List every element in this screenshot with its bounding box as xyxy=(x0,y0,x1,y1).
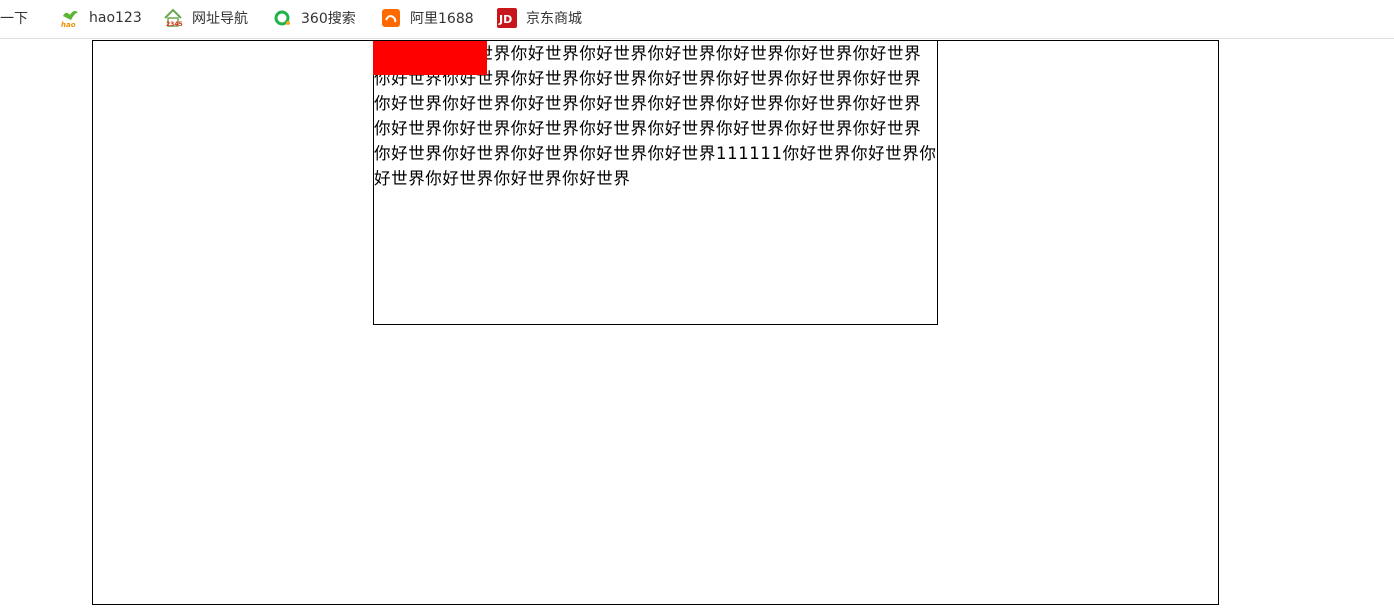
bookmark-label: 度一下 xyxy=(0,11,28,27)
2345-icon: 2345 xyxy=(163,8,183,28)
bookmark-hao123[interactable]: hao hao123 xyxy=(60,6,142,30)
bookmark-label: hao123 xyxy=(89,10,142,26)
bookmark-baidu[interactable]: 度一下 xyxy=(0,6,28,30)
bookmark-label: 阿里1688 xyxy=(410,11,474,27)
bookmark-360[interactable]: 360搜索 xyxy=(272,6,356,30)
bookmark-label: 京东商城 xyxy=(526,11,582,27)
red-block xyxy=(373,41,487,75)
bookmarks-bar: 度一下 hao hao123 2345 网址导航 360搜索 xyxy=(0,0,1394,39)
jd-icon: JD xyxy=(497,8,517,28)
bookmark-jd[interactable]: JD 京东商城 xyxy=(497,6,582,30)
bookmark-label: 网址导航 xyxy=(192,11,248,27)
bookmark-label: 360搜索 xyxy=(301,11,356,27)
bookmark-2345[interactable]: 2345 网址导航 xyxy=(163,6,248,30)
svg-text:JD: JD xyxy=(498,13,512,26)
inner-container: 你好世界你好世界你好世界你好世界你好世界你好世界你好世界你好世界你好世界你好世界… xyxy=(373,40,938,325)
svg-text:hao: hao xyxy=(61,21,76,28)
svg-text:2345: 2345 xyxy=(166,21,183,28)
alibaba-1688-icon xyxy=(381,8,401,28)
360-search-icon xyxy=(272,8,292,28)
hao123-icon: hao xyxy=(60,8,80,28)
bookmark-1688[interactable]: 阿里1688 xyxy=(381,6,474,30)
